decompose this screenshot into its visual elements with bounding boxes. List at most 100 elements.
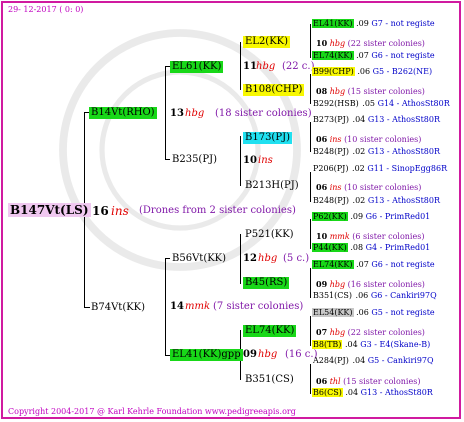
g4-queen-row: P206(PJ) .02 G11 - SinopEgg86R	[312, 164, 447, 173]
g2-queen-1: B235(PJ)	[172, 154, 217, 165]
g4-queen-value: .09	[356, 19, 369, 28]
g3-queen-5: B45(RS)	[243, 277, 290, 289]
g4-queen-name: B248(PJ)	[313, 147, 349, 156]
g4-queen-info: G5 - B262(NE)	[372, 67, 433, 76]
g4-queen-row: B292(HSB) .05 G14 - AthosSt80R	[312, 99, 450, 108]
g4-queen-info: G11 - SinopEgg86R	[367, 164, 448, 173]
g3-drone-0: 10 hbg (22 sister colonies)	[316, 38, 425, 48]
g3-drone-mark: ins	[329, 183, 342, 192]
g1-count-1: 14	[170, 301, 184, 312]
g2-mark-1: ins	[258, 155, 273, 166]
g3-drone-mark: hbg	[329, 328, 346, 337]
g3-drone-note: (15 sister colonies)	[343, 377, 421, 386]
g3-drone-count: 06	[316, 134, 328, 144]
footer-copyright: Copyright 2004-2017 @ Karl Kehrle Founda…	[8, 407, 296, 416]
g4-queen-name: EL74(KK)	[312, 260, 354, 269]
g4-queen-row: B8(TB) .04 G3 - E4(Skane-B)	[312, 340, 430, 349]
g4-queen-name: EL54(KK)	[312, 308, 354, 317]
g1-note-0: (18 sister colonies)	[215, 108, 312, 119]
g2-count-1: 10	[243, 155, 257, 166]
root-drone-count: 16	[92, 204, 109, 218]
g2-queen-0: EL61(KK)	[170, 61, 224, 73]
g4-queen-name: B273(PJ)	[313, 115, 349, 124]
g4-queen-info: G7 - not registe	[371, 19, 435, 28]
g4-queen-info: G13 - AthosSt80R	[360, 388, 433, 397]
g4-queen-name: EL41(KK)	[312, 19, 354, 28]
g4-queen-row: B6(CS) .04 G13 - AthosSt80R	[312, 388, 433, 397]
g4-queen-row: B99(CHP) .06 G5 - B262(NE)	[312, 67, 432, 76]
g4-queen-info: G14 - AthosSt80R	[377, 99, 450, 108]
g4-queen-info: G6 - Cankiri97Q	[370, 291, 437, 300]
g4-queen-name: B292(HSB)	[313, 99, 359, 108]
g3-drone-2: 06 ins (10 sister colonies)	[316, 134, 421, 144]
g4-queen-row: B248(PJ) .02 G13 - AthosSt80R	[312, 147, 440, 156]
g4-queen-row: EL74(KK) .07 G6 - not registe	[312, 51, 435, 60]
g3-queen-2: B173(PJ)	[243, 132, 292, 144]
g4-queen-row: P62(KK) .09 G6 - PrimRed01	[312, 212, 430, 221]
g3-drone-4: 10 mmk (6 sister colonies)	[316, 231, 424, 241]
g3-drone-count: 09	[316, 279, 328, 289]
g4-queen-row: B273(PJ) .04 G13 - AthosSt80R	[312, 115, 440, 124]
g4-queen-name: B351(CS)	[313, 291, 352, 300]
header-date: 29- 12-2017 ( 0: 0)	[8, 5, 84, 14]
g4-queen-value: .02	[352, 147, 366, 156]
g3-queen-6: EL74(KK)	[243, 325, 297, 337]
g4-queen-row: EL54(KK) .06 G5 - not registe	[312, 308, 435, 317]
g3-drone-5: 09 hbg (16 sister colonies)	[316, 279, 425, 289]
g4-queen-value: .07	[356, 51, 369, 60]
g3-queen-0: EL2(KK)	[243, 36, 291, 48]
g3-drone-note: (15 sister colonies)	[347, 87, 425, 96]
g3-drone-count: 10	[316, 231, 328, 241]
g3-queen-3: B213H(PJ)	[245, 180, 299, 191]
g3-drone-6: 07 hbg (22 sister colonies)	[316, 327, 425, 337]
g4-queen-info: G4 - PrimRed01	[365, 243, 431, 252]
g4-queen-info: G5 - Cankiri97Q	[367, 356, 434, 365]
g3-drone-note: (22 sister colonies)	[347, 328, 425, 337]
g3-drone-note: (10 sister colonies)	[344, 183, 422, 192]
g3-drone-mark: hbg	[329, 280, 346, 289]
g4-queen-value: .07	[356, 260, 369, 269]
g3-drone-mark: hbg	[329, 39, 346, 48]
g4-queen-value: .04	[352, 115, 366, 124]
g2-queen-3: EL41(KK)gpp	[170, 349, 243, 361]
g4-queen-info: G13 - AthosSt80R	[367, 196, 440, 205]
g3-drone-mark: ins	[329, 135, 342, 144]
watermark-logo	[59, 29, 301, 271]
g2-queen-2: B56Vt(KK)	[172, 253, 227, 264]
g4-queen-value: .06	[357, 67, 371, 76]
g3-drone-note: (6 sister colonies)	[352, 232, 425, 241]
g1-count-0: 13	[170, 108, 184, 119]
g4-queen-value: .06	[356, 308, 369, 317]
g1-mark-0: hbg	[185, 108, 205, 119]
g1-mark-1: mmk	[185, 301, 211, 312]
g3-drone-mark: mmk	[329, 232, 350, 241]
g4-queen-info: G6 - not registe	[371, 51, 435, 60]
g4-queen-row: EL41(KK) .09 G7 - not registe	[312, 19, 435, 28]
g4-queen-row: P44(KK) .08 G4 - PrimRed01	[312, 243, 430, 252]
g2-note-2: (5 c.)	[283, 253, 310, 264]
g4-queen-value: .09	[350, 212, 364, 221]
g1-queen-1: B74Vt(KK)	[91, 302, 146, 313]
g4-queen-name: B99(CHP)	[312, 67, 355, 76]
g3-drone-count: 10	[316, 38, 328, 48]
g4-queen-name: A284(PJ)	[313, 356, 349, 365]
g4-queen-name: EL74(KK)	[312, 51, 354, 60]
g3-drone-count: 06	[316, 376, 328, 386]
g4-queen-value: .06	[355, 291, 369, 300]
g4-queen-info: G3 - E4(Skane-B)	[360, 340, 431, 349]
g3-drone-7: 06 thl (15 sister colonies)	[316, 376, 420, 386]
g4-queen-value: .02	[352, 196, 366, 205]
g3-queen-7: B351(CS)	[245, 374, 294, 385]
g2-mark-0: hbg	[256, 61, 276, 72]
g4-queen-name: B6(CS)	[312, 388, 343, 397]
g4-queen-info: G13 - AthosSt80R	[367, 115, 440, 124]
g2-count-3: 09	[243, 349, 257, 360]
g4-queen-value: .05	[362, 99, 376, 108]
g2-count-0: 11	[243, 61, 257, 72]
root-drone-note: (Drones from 2 sister colonies)	[139, 205, 296, 216]
g4-queen-row: EL74(KK) .07 G6 - not registe	[312, 260, 435, 269]
g4-queen-value: .08	[350, 243, 364, 252]
g3-queen-4: P521(KK)	[245, 229, 294, 240]
pedigree-page: 29- 12-2017 ( 0: 0) B147Vt(LS) 16 ins (D…	[0, 0, 464, 422]
g4-queen-info: G6 - not registe	[371, 260, 435, 269]
